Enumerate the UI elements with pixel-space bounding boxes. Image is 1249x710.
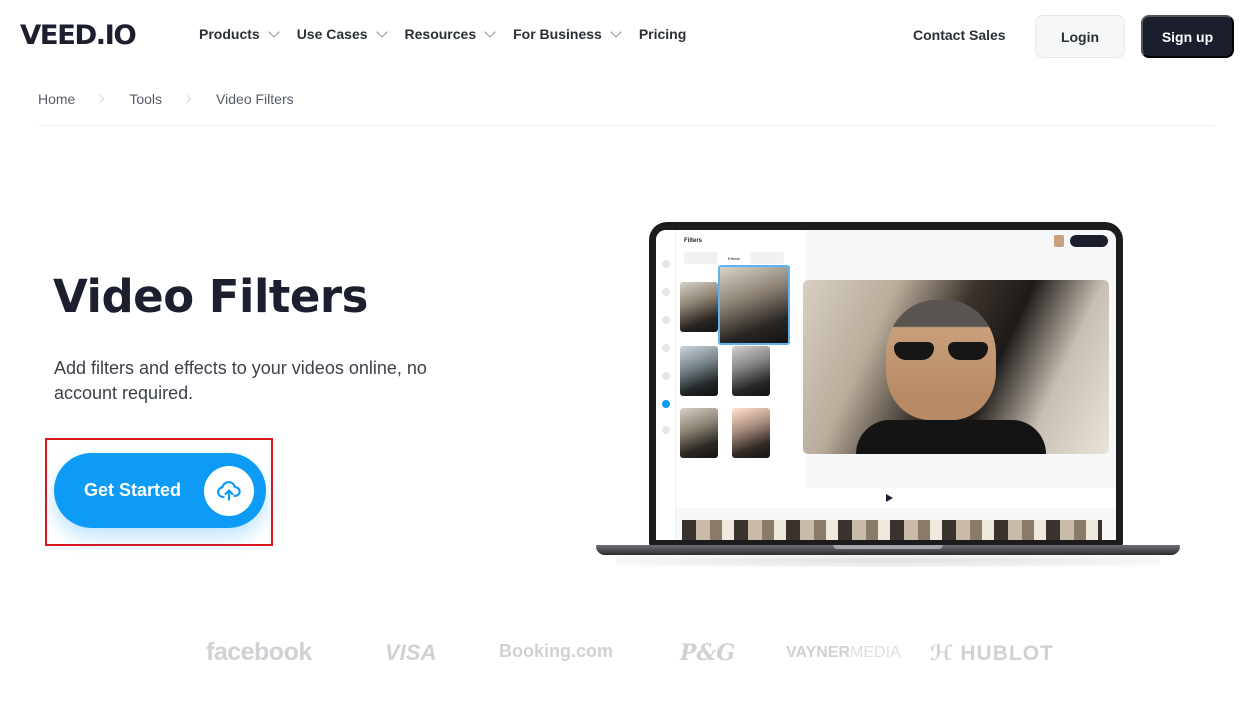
get-started-button[interactable]: Get Started	[54, 453, 266, 528]
laptop-notch	[833, 545, 943, 549]
video-subject-shirt	[856, 420, 1046, 454]
divider	[38, 125, 1215, 126]
cloud-upload-icon	[204, 465, 254, 516]
sidebar-icon	[662, 288, 670, 296]
chevron-down-icon	[268, 25, 280, 38]
chevron-down-icon	[610, 25, 622, 38]
filters-sidebar-icon	[662, 400, 670, 408]
menu-item-use-cases[interactable]: Use Cases	[296, 25, 388, 42]
page-subtitle: Add filters and effects to your videos o…	[54, 358, 427, 403]
menu-item-label: Use Cases	[296, 26, 368, 42]
contact-sales-link[interactable]: Contact Sales	[913, 27, 1006, 43]
breadcrumb-home[interactable]: Home	[38, 91, 75, 107]
vayner-text: VAYNER	[786, 644, 851, 661]
sidebar-icon	[662, 344, 670, 352]
breadcrumb-current: Video Filters	[216, 91, 294, 107]
filter-thumbnail	[680, 346, 718, 396]
editor-laptop-mockup: Filters Effects	[596, 222, 1180, 567]
filters-tabs: Effects	[684, 252, 784, 264]
media-text: MEDIA	[850, 644, 901, 661]
signup-button[interactable]: Sign up	[1141, 15, 1234, 58]
filter-thumbnail	[732, 408, 770, 458]
pg-logo: P&G	[680, 640, 736, 666]
laptop-shadow	[616, 555, 1160, 567]
editor-sidebar	[656, 230, 676, 540]
filter-thumbnail	[680, 282, 718, 332]
sidebar-icon	[662, 372, 670, 380]
editor-screenshot: Filters Effects	[656, 230, 1116, 540]
veed-logo[interactable]: VEED.IO	[20, 20, 137, 51]
chevron-down-icon	[484, 25, 496, 38]
menu-item-label: Products	[199, 26, 260, 42]
get-started-label: Get Started	[84, 480, 182, 500]
menu-item-label: Pricing	[638, 26, 687, 42]
menu-item-resources[interactable]: Resources	[404, 25, 496, 42]
visa-logo: VISA	[385, 640, 437, 665]
avatar	[1054, 235, 1064, 247]
login-button[interactable]: Login	[1035, 15, 1125, 58]
page-title: Video Filters	[53, 270, 368, 323]
hublot-text: HUBLOT	[960, 642, 1054, 665]
vaynermedia-logo: VAYNERMEDIA	[786, 644, 901, 662]
filters-tab	[751, 252, 784, 264]
filters-panel-title: Filters	[684, 238, 703, 244]
filters-panel: Filters Effects	[676, 230, 806, 490]
breadcrumb-tools[interactable]: Tools	[129, 91, 162, 107]
facebook-logo: facebook	[206, 638, 312, 666]
video-timeline	[682, 520, 1102, 540]
top-navigation: VEED.IO Products Use Cases Resources For…	[0, 0, 1249, 72]
playback-controls	[676, 488, 1116, 508]
menu-item-for-business[interactable]: For Business	[513, 25, 622, 42]
main-menu: Products Use Cases Resources For Busines…	[199, 25, 705, 42]
hublot-logo: ℋ HUBLOT	[930, 641, 1054, 666]
breadcrumb: Home Tools Video Filters	[38, 91, 294, 107]
brand-logos: facebook VISA Booking.com P&G VAYNERMEDI…	[0, 636, 1249, 676]
effects-tab: Effects	[717, 252, 751, 264]
menu-item-label: For Business	[513, 26, 602, 42]
filters-tab	[684, 252, 717, 264]
selected-filter-thumbnail	[718, 265, 790, 345]
chevron-right-icon	[182, 94, 192, 104]
filter-thumbnail	[732, 346, 770, 396]
sunglasses	[894, 342, 988, 360]
menu-item-products[interactable]: Products	[199, 25, 280, 42]
chevron-down-icon	[375, 25, 388, 38]
editor-topbar	[806, 230, 1116, 250]
filter-thumbnail	[680, 408, 718, 458]
export-button	[1070, 235, 1108, 247]
booking-logo: Booking.com	[499, 641, 614, 661]
sidebar-icon	[662, 426, 670, 434]
menu-item-label: Resources	[404, 26, 477, 42]
menu-item-pricing[interactable]: Pricing	[639, 26, 686, 42]
sidebar-icon	[662, 260, 670, 268]
video-subject	[886, 300, 996, 420]
play-icon	[886, 494, 893, 502]
chevron-right-icon	[96, 94, 105, 104]
sidebar-icon	[662, 316, 670, 324]
hublot-mark-icon: ℋ	[930, 642, 961, 665]
